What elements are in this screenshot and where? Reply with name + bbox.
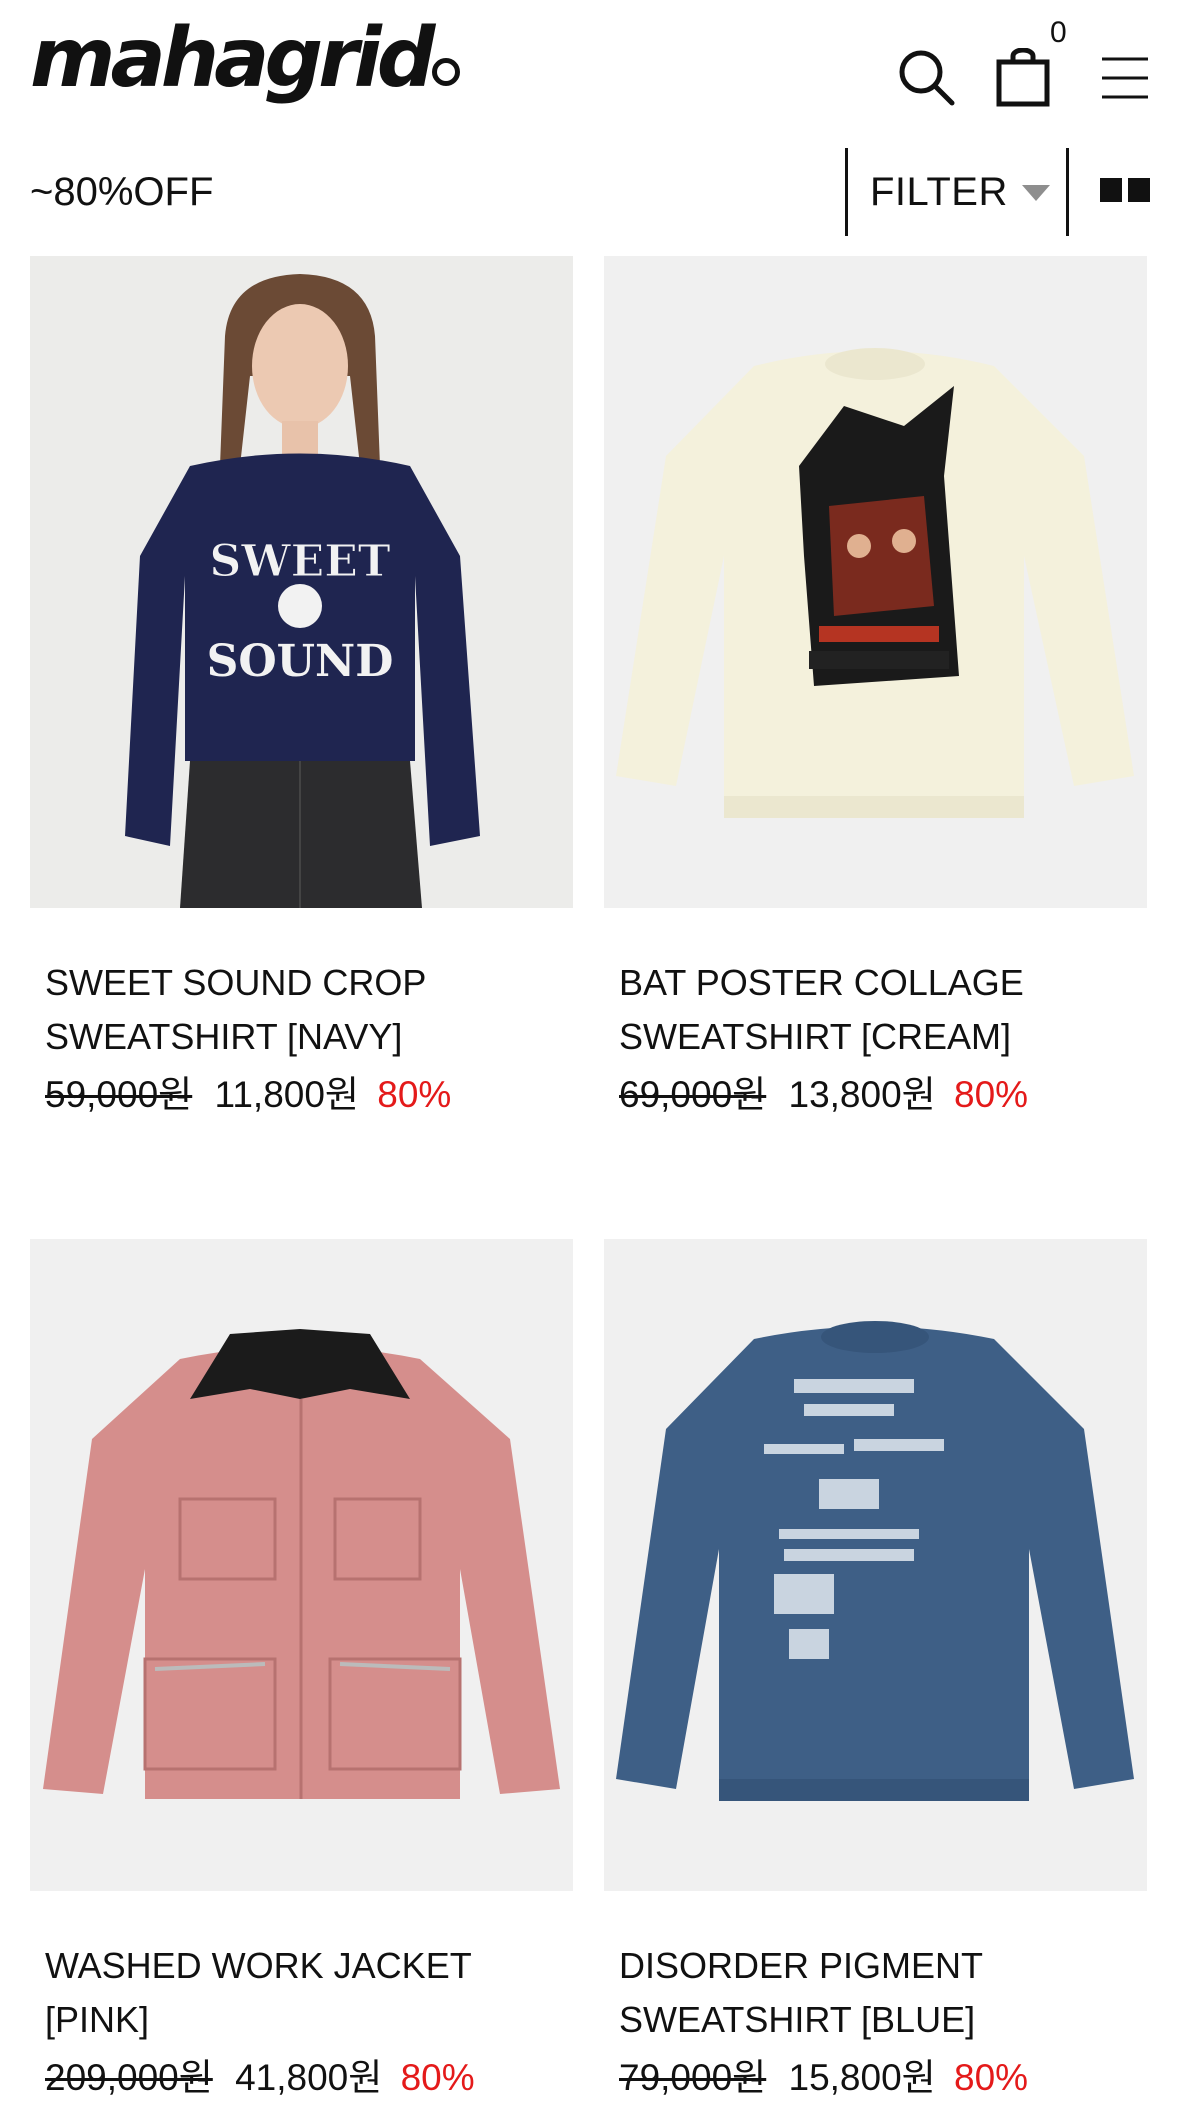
svg-text:SOUND: SOUND (207, 636, 394, 687)
product-image[interactable] (604, 1239, 1147, 1891)
grid-view-toggle-icon[interactable] (1100, 178, 1152, 204)
product-listing-page: mahagrid 0 ~80%OFF FILTER SWEET SOUND SW… (0, 0, 1179, 2120)
brand-logo-text: mahagrid (30, 11, 435, 106)
grid-cell (1100, 178, 1122, 202)
price-row: 79,000원 15,800원 80% (619, 2047, 1028, 2101)
toolbar-divider (1066, 148, 1069, 236)
product-name-line: SWEATSHIRT [NAVY] (45, 1016, 403, 1057)
discount-rate: 80% (377, 1074, 452, 1115)
product-name[interactable]: DISORDER PIGMENT SWEATSHIRT [BLUE] (619, 1939, 1139, 2047)
product-name-line: WASHED WORK JACKET (45, 1945, 472, 1986)
product-name-line: SWEET SOUND CROP (45, 962, 427, 1003)
product-name-line: [PINK] (45, 1999, 150, 2040)
product-name-line: SWEATSHIRT [CREAM] (619, 1016, 1012, 1057)
product-name-line: DISORDER PIGMENT (619, 1945, 984, 1986)
filter-label: FILTER (870, 169, 1008, 214)
original-price: 59,000원 (45, 1074, 193, 1115)
price-row: 69,000원 13,800원 80% (619, 1064, 1028, 1118)
svg-text:SWEET: SWEET (209, 536, 390, 587)
search-icon[interactable] (897, 48, 957, 108)
original-price: 209,000원 (45, 2057, 213, 2098)
logo-dot (432, 58, 461, 86)
original-price: 79,000원 (619, 2057, 767, 2098)
sale-price: 11,800원 (214, 1074, 359, 1115)
price-row: 209,000원 41,800원 80% (45, 2047, 475, 2101)
shopping-bag-icon[interactable] (995, 48, 1051, 108)
product-image[interactable] (30, 1239, 573, 1891)
caret-down-icon (1021, 185, 1050, 201)
category-title: ~80%OFF (30, 170, 214, 214)
discount-rate: 80% (400, 2057, 475, 2098)
discount-rate: 80% (954, 2057, 1029, 2098)
discount-rate: 80% (954, 1074, 1029, 1115)
menu-icon[interactable] (1100, 55, 1150, 101)
sale-price: 15,800원 (788, 2057, 936, 2098)
price-row: 59,000원 11,800원 80% (45, 1064, 451, 1118)
filter-button[interactable]: FILTER (870, 150, 1050, 234)
cart-count-badge: 0 (1050, 16, 1067, 49)
product-name-line: SWEATSHIRT [BLUE] (619, 1999, 976, 2040)
original-price: 69,000원 (619, 1074, 767, 1115)
product-name[interactable]: SWEET SOUND CROP SWEATSHIRT [NAVY] (45, 956, 565, 1064)
sale-price: 13,800원 (788, 1074, 936, 1115)
product-name[interactable]: WASHED WORK JACKET [PINK] (45, 1939, 565, 2047)
brand-logo[interactable]: mahagrid (30, 18, 461, 100)
sale-price: 41,800원 (235, 2057, 383, 2098)
product-name-line: BAT POSTER COLLAGE (619, 962, 1024, 1003)
product-image[interactable]: SWEET SOUND (30, 256, 573, 908)
product-image[interactable] (604, 256, 1147, 908)
product-name[interactable]: BAT POSTER COLLAGE SWEATSHIRT [CREAM] (619, 956, 1139, 1064)
grid-cell (1128, 178, 1150, 202)
toolbar-divider (845, 148, 848, 236)
